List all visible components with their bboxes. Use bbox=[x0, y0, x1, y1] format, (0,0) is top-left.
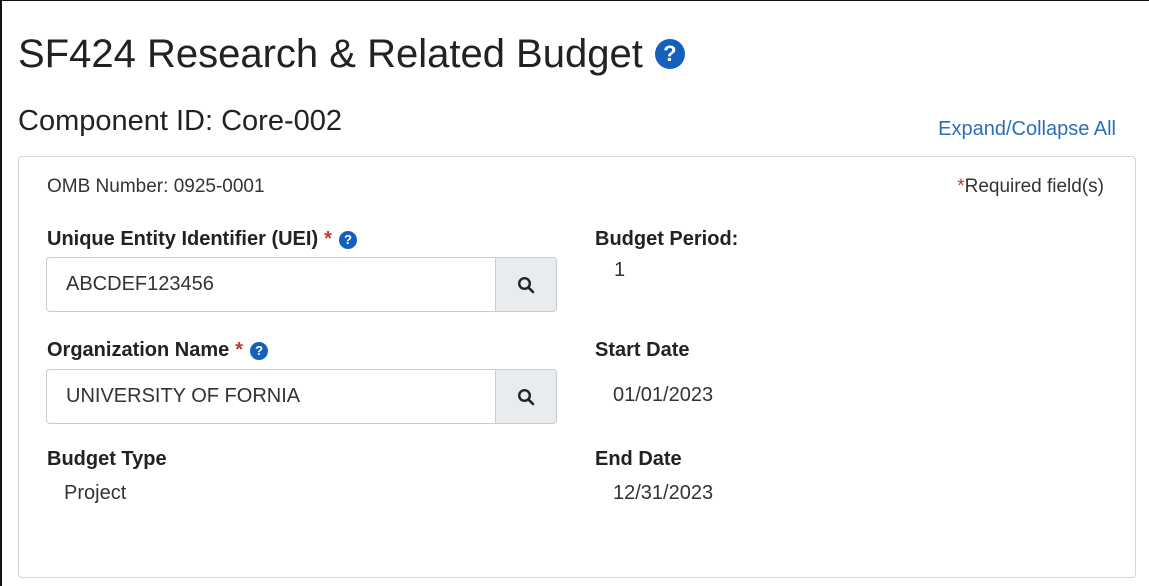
start-date-value: 01/01/2023 bbox=[613, 384, 714, 406]
organization-search-button[interactable] bbox=[495, 370, 556, 423]
required-note-text: Required field(s) bbox=[964, 176, 1104, 197]
question-circle-icon[interactable]: ? bbox=[338, 230, 357, 249]
start-date-label: Start Date bbox=[595, 339, 690, 361]
budget-form-panel bbox=[18, 156, 1136, 578]
organization-name-input[interactable]: UNIVERSITY OF FORNIA bbox=[47, 370, 495, 423]
component-id-heading: Component ID: Core-002 bbox=[18, 105, 342, 137]
question-circle-icon[interactable]: ? bbox=[250, 341, 269, 360]
uei-field: ABCDEF123456 bbox=[46, 257, 557, 312]
end-date-label: End Date bbox=[595, 448, 682, 470]
question-circle-icon[interactable]: ? bbox=[654, 39, 685, 69]
budget-type-label: Budget Type bbox=[47, 448, 167, 470]
budget-period-label: Budget Period: bbox=[595, 228, 739, 250]
required-marker: * bbox=[324, 228, 332, 250]
expand-collapse-all-link[interactable]: Expand/Collapse All bbox=[938, 118, 1116, 141]
search-icon bbox=[517, 276, 535, 293]
required-fields-note: *Required field(s) bbox=[957, 176, 1104, 198]
organization-name-label: Organization Name * ? bbox=[47, 339, 269, 362]
uei-label: Unique Entity Identifier (UEI) * ? bbox=[47, 228, 357, 251]
organization-name-field: UNIVERSITY OF FORNIA bbox=[46, 369, 557, 424]
required-star: * bbox=[957, 176, 965, 197]
required-marker: * bbox=[235, 339, 244, 361]
end-date-value: 12/31/2023 bbox=[613, 482, 714, 504]
search-icon bbox=[517, 388, 535, 405]
omb-number: OMB Number: 0925-0001 bbox=[47, 176, 265, 197]
page-title: SF424 Research & Related Budget ? bbox=[18, 30, 685, 78]
budget-type-value: Project bbox=[64, 482, 127, 504]
uei-search-button[interactable] bbox=[495, 258, 556, 311]
organization-name-label-text: Organization Name bbox=[47, 339, 230, 361]
budget-period-value: 1 bbox=[614, 259, 626, 281]
uei-label-text: Unique Entity Identifier (UEI) bbox=[47, 228, 319, 250]
page-title-text: SF424 Research & Related Budget bbox=[18, 32, 643, 76]
uei-input[interactable]: ABCDEF123456 bbox=[47, 258, 495, 311]
